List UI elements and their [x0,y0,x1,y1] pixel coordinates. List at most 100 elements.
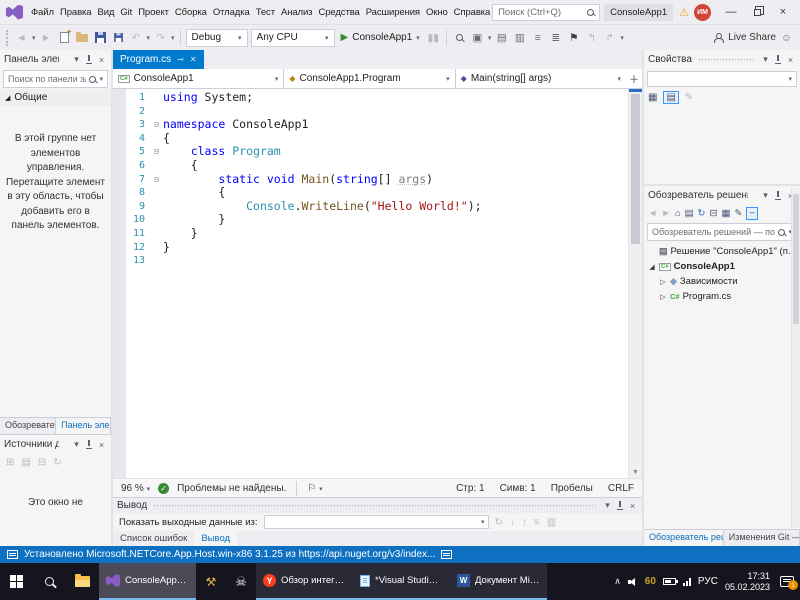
menu-item[interactable]: Средства [315,2,362,23]
dock-tab[interactable]: Обозревате... [0,418,57,434]
outdent-icon[interactable]: ≡ [530,29,545,47]
battery-icon[interactable] [662,578,678,585]
code-line[interactable]: 9 Console.WriteLine("Hello World!"); [126,199,628,214]
menu-item[interactable]: Справка [451,2,492,23]
menu-item[interactable]: Расширения [363,2,423,23]
find-message-icon[interactable]: ↻ [495,517,503,528]
properties-object-dropdown[interactable]: ▾ [647,71,797,87]
hot-reload-icon[interactable]: ▮▮ [426,29,441,47]
breakpoints-window-icon[interactable]: ▣ [470,29,485,47]
taskbar-window-button[interactable]: ⚒ [196,563,226,600]
pin-icon[interactable] [616,501,624,510]
menu-item[interactable]: Файл [28,2,57,23]
toolbar-grip[interactable] [6,29,9,46]
start-button[interactable] [0,563,33,600]
properties-icon[interactable]: ✎ [734,208,742,219]
pin-icon[interactable] [85,440,93,449]
scrollbar-thumb[interactable] [631,94,640,244]
window-position-icon[interactable]: ▾ [71,439,82,450]
search-options-icon[interactable]: ▾ [99,75,103,83]
close-icon[interactable]: × [785,55,796,65]
window-position-icon[interactable]: ▾ [602,500,613,511]
fold-collapse-icon[interactable]: ⊟ [150,118,163,132]
platform-dropdown[interactable]: Any CPU ▾ [250,28,335,47]
open-file-icon[interactable] [75,29,90,47]
bottom-panel-tab[interactable]: Список ошибок [113,531,194,546]
add-data-source-icon[interactable]: ⊞ [6,457,14,468]
close-button[interactable]: × [770,1,796,23]
toolbox-group-header[interactable]: ◢ Общие [0,89,111,106]
whitespace-indicator[interactable]: Пробелы [551,483,593,494]
solution-name-chip[interactable]: ConsoleApp1 [604,3,674,21]
code-line[interactable]: 11 } [126,226,628,241]
navigate-back-icon[interactable]: ◄ [14,29,29,47]
configuration-dropdown[interactable]: Debug ▾ [185,28,248,47]
menu-item[interactable]: Вид [94,2,117,23]
back-dropdown-icon[interactable]: ▾ [32,34,36,42]
tree-item[interactable]: ◢ C# ConsoleApp1 [644,259,800,274]
close-icon[interactable]: × [96,55,107,65]
goto-prev-message-icon[interactable]: ↓ [510,517,515,528]
document-tab[interactable]: Program.cs ⊸ ✕ [113,50,204,69]
expander-icon[interactable]: ◢ [648,263,656,271]
zoom-dropdown[interactable]: 96 % ▾ [121,483,150,494]
save-all-icon[interactable] [111,29,126,47]
drag-handle[interactable] [697,57,754,62]
close-icon[interactable]: × [627,501,638,511]
alphabetical-view-icon[interactable]: ▤ [663,91,679,104]
clock[interactable]: 17:31 05.02.2023 [725,571,770,593]
collapse-all-icon[interactable]: ⊟ [710,208,718,219]
code-cleanup-icon[interactable]: ⚐ ▾ [307,483,322,494]
toolbar-overflow-icon[interactable]: ▾ [488,34,492,42]
close-icon[interactable]: × [96,440,107,450]
start-debugging-button[interactable]: ▶ ConsoleApp1 ▾ [338,32,423,43]
restore-button[interactable] [744,1,770,23]
tree-item[interactable]: ▷ ◈ Зависимости [644,274,800,289]
code-line[interactable]: 10 } [126,213,628,227]
word-wrap-icon[interactable]: ▥ [547,517,556,528]
menu-item[interactable]: Окно [423,2,451,23]
bookmark-overflow-icon[interactable]: ▾ [620,34,624,42]
code-line[interactable]: 3 ⊟ namespace ConsoleApp1 [126,117,628,132]
prev-bookmark-icon[interactable]: ↰ [584,29,599,47]
uncomment-icon[interactable]: ▥ [512,29,527,47]
close-icon[interactable]: ✕ [190,55,197,64]
fold-collapse-icon[interactable]: ⊟ [150,173,163,187]
solution-search-box[interactable]: Обозреватель решений — поиск (Ctrl+» ▾ [647,223,797,241]
taskbar-window-button[interactable]: W Документ Microso... [450,563,547,600]
code-editor[interactable]: 1 using System; 2 3 ⊟ namespace ConsoleApp1 4{… [113,89,642,478]
comment-icon[interactable]: ▤ [494,29,509,47]
new-file-icon[interactable] [57,27,72,47]
menu-item[interactable]: Git [117,2,135,23]
tree-item[interactable]: ▤Решение "ConsoleApp1" (проекты: 1 из 1) [644,244,800,259]
tree-item[interactable]: ▷ C# Program.cs [644,289,800,304]
file-explorer-button[interactable] [66,563,99,600]
undo-icon[interactable]: ↶ [129,29,144,47]
tray-expand-icon[interactable]: ∧ [614,576,621,587]
column-indicator[interactable]: Симв: 1 [500,483,536,494]
menu-item[interactable]: Анализ [278,2,315,23]
window-position-icon[interactable]: ▾ [760,190,771,201]
type-dropdown[interactable]: ◆ ConsoleApp1.Program ▾ [284,69,456,88]
pin-icon[interactable] [774,191,782,200]
code-line[interactable]: 13 [126,254,628,268]
show-all-files-icon[interactable]: ▦ [721,208,730,219]
bookmark-icon[interactable]: ⚑ [566,29,581,47]
taskbar-window-button[interactable]: Y Обзор интегриров... [256,563,353,600]
language-indicator[interactable]: РУС [698,576,718,587]
menu-item[interactable]: Сборка [172,2,210,23]
bottom-panel-tab[interactable]: Вывод [194,531,238,546]
taskbar-window-button[interactable]: *Visual Studio.txt – ... [353,563,450,600]
taskbar-search-button[interactable] [33,563,66,600]
save-icon[interactable] [93,29,108,47]
line-indicator[interactable]: Стр: 1 [456,483,484,494]
scrollbar-thumb[interactable] [793,194,799,324]
taskbar-window-button[interactable]: ConsoleApp1 - Mic... [99,563,196,600]
code-text[interactable]: 1 using System; 2 3 ⊟ namespace ConsoleApp1 4{… [126,89,628,478]
nav-back-icon[interactable]: ◄ [648,208,657,219]
drag-handle[interactable] [153,503,596,508]
expander-icon[interactable]: ▷ [659,293,667,301]
goto-next-message-icon[interactable]: ↑ [522,517,527,528]
dock-tab[interactable]: Изменения Git — п... [724,530,800,546]
minimize-button[interactable]: — [718,1,744,23]
